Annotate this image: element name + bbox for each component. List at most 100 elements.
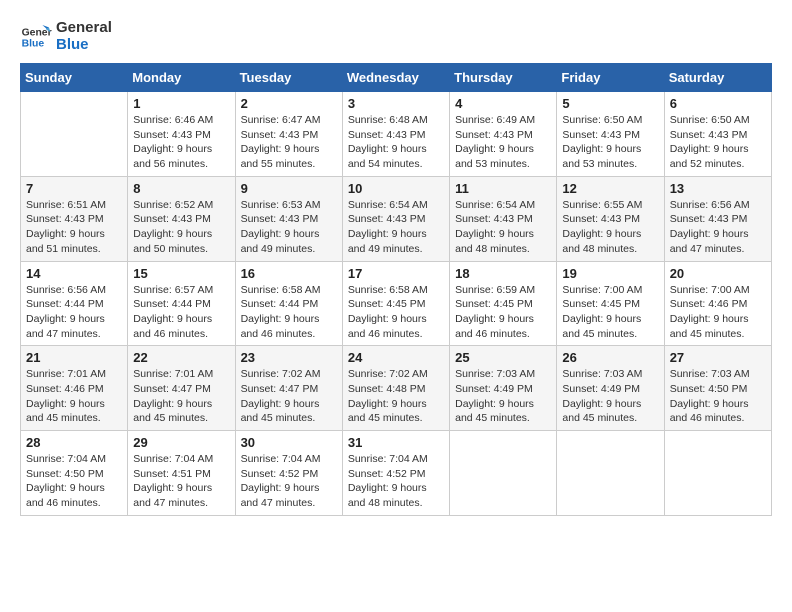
logo-general: General [56, 20, 112, 37]
day-info: Sunrise: 6:50 AM Sunset: 4:43 PM Dayligh… [670, 113, 766, 172]
calendar-cell: 7 Sunrise: 6:51 AM Sunset: 4:43 PM Daylig… [21, 176, 128, 261]
day-number: 7 [26, 181, 122, 196]
calendar-cell [557, 431, 664, 516]
day-info: Sunrise: 6:48 AM Sunset: 4:43 PM Dayligh… [348, 113, 444, 172]
day-number: 26 [562, 350, 658, 365]
calendar-cell: 19 Sunrise: 7:00 AM Sunset: 4:45 PM Dayli… [557, 261, 664, 346]
calendar-cell: 4 Sunrise: 6:49 AM Sunset: 4:43 PM Daylig… [450, 92, 557, 177]
calendar-cell: 14 Sunrise: 6:56 AM Sunset: 4:44 PM Dayli… [21, 261, 128, 346]
day-number: 5 [562, 96, 658, 111]
day-info: Sunrise: 7:04 AM Sunset: 4:52 PM Dayligh… [348, 452, 444, 511]
calendar-cell: 31 Sunrise: 7:04 AM Sunset: 4:52 PM Dayli… [342, 431, 449, 516]
calendar-cell [664, 431, 771, 516]
day-number: 1 [133, 96, 229, 111]
day-number: 17 [348, 266, 444, 281]
day-info: Sunrise: 6:58 AM Sunset: 4:44 PM Dayligh… [241, 283, 337, 342]
day-number: 10 [348, 181, 444, 196]
calendar-cell: 1 Sunrise: 6:46 AM Sunset: 4:43 PM Daylig… [128, 92, 235, 177]
day-number: 12 [562, 181, 658, 196]
day-info: Sunrise: 7:04 AM Sunset: 4:50 PM Dayligh… [26, 452, 122, 511]
header-saturday: Saturday [664, 64, 771, 92]
calendar-cell: 30Sunrise: 7:04 AM Sunset: 4:52 PM Dayli… [235, 431, 342, 516]
header-sunday: Sunday [21, 64, 128, 92]
day-number: 18 [455, 266, 551, 281]
calendar-week-1: 1 Sunrise: 6:46 AM Sunset: 4:43 PM Daylig… [21, 92, 772, 177]
day-info: Sunrise: 6:56 AM Sunset: 4:43 PM Dayligh… [670, 198, 766, 257]
page-header: General Blue General Blue [20, 20, 772, 53]
day-info: Sunrise: 7:01 AM Sunset: 4:46 PM Dayligh… [26, 367, 122, 426]
header-thursday: Thursday [450, 64, 557, 92]
calendar-cell: 29Sunrise: 7:04 AM Sunset: 4:51 PM Dayli… [128, 431, 235, 516]
calendar-cell: 3Sunrise: 6:48 AM Sunset: 4:43 PM Daylig… [342, 92, 449, 177]
day-number: 13 [670, 181, 766, 196]
day-info: Sunrise: 7:02 AM Sunset: 4:48 PM Dayligh… [348, 367, 444, 426]
calendar-header-row: SundayMondayTuesdayWednesdayThursdayFrid… [21, 64, 772, 92]
day-number: 9 [241, 181, 337, 196]
calendar-cell: 2 Sunrise: 6:47 AM Sunset: 4:43 PM Daylig… [235, 92, 342, 177]
day-info: Sunrise: 6:59 AM Sunset: 4:45 PM Dayligh… [455, 283, 551, 342]
calendar-cell: 25Sunrise: 7:03 AM Sunset: 4:49 PM Dayli… [450, 346, 557, 431]
calendar-cell: 9 Sunrise: 6:53 AM Sunset: 4:43 PM Daylig… [235, 176, 342, 261]
day-info: Sunrise: 6:56 AM Sunset: 4:44 PM Dayligh… [26, 283, 122, 342]
day-number: 23 [241, 350, 337, 365]
calendar-cell: 18 Sunrise: 6:59 AM Sunset: 4:45 PM Dayli… [450, 261, 557, 346]
header-tuesday: Tuesday [235, 64, 342, 92]
day-number: 8 [133, 181, 229, 196]
calendar-cell: 11 Sunrise: 6:54 AM Sunset: 4:43 PM Dayli… [450, 176, 557, 261]
calendar-cell: 17 Sunrise: 6:58 AM Sunset: 4:45 PM Dayli… [342, 261, 449, 346]
day-number: 16 [241, 266, 337, 281]
calendar-cell: 22 Sunrise: 7:01 AM Sunset: 4:47 PM Dayli… [128, 346, 235, 431]
calendar-cell: 26 Sunrise: 7:03 AM Sunset: 4:49 PM Dayli… [557, 346, 664, 431]
day-number: 31 [348, 435, 444, 450]
day-number: 24 [348, 350, 444, 365]
calendar-cell [21, 92, 128, 177]
day-info: Sunrise: 6:49 AM Sunset: 4:43 PM Dayligh… [455, 113, 551, 172]
day-info: Sunrise: 6:47 AM Sunset: 4:43 PM Dayligh… [241, 113, 337, 172]
day-info: Sunrise: 6:57 AM Sunset: 4:44 PM Dayligh… [133, 283, 229, 342]
calendar-cell: 24 Sunrise: 7:02 AM Sunset: 4:48 PM Dayli… [342, 346, 449, 431]
calendar-week-2: 7 Sunrise: 6:51 AM Sunset: 4:43 PM Daylig… [21, 176, 772, 261]
day-number: 4 [455, 96, 551, 111]
day-info: Sunrise: 7:01 AM Sunset: 4:47 PM Dayligh… [133, 367, 229, 426]
day-info: Sunrise: 7:03 AM Sunset: 4:49 PM Dayligh… [562, 367, 658, 426]
calendar-cell: 5 Sunrise: 6:50 AM Sunset: 4:43 PM Daylig… [557, 92, 664, 177]
day-info: Sunrise: 6:54 AM Sunset: 4:43 PM Dayligh… [348, 198, 444, 257]
day-info: Sunrise: 6:53 AM Sunset: 4:43 PM Dayligh… [241, 198, 337, 257]
day-info: Sunrise: 6:50 AM Sunset: 4:43 PM Dayligh… [562, 113, 658, 172]
day-info: Sunrise: 7:00 AM Sunset: 4:45 PM Dayligh… [562, 283, 658, 342]
calendar-cell: 6Sunrise: 6:50 AM Sunset: 4:43 PM Daylig… [664, 92, 771, 177]
calendar-week-4: 21 Sunrise: 7:01 AM Sunset: 4:46 PM Dayli… [21, 346, 772, 431]
day-number: 11 [455, 181, 551, 196]
day-info: Sunrise: 6:58 AM Sunset: 4:45 PM Dayligh… [348, 283, 444, 342]
day-number: 29 [133, 435, 229, 450]
day-number: 14 [26, 266, 122, 281]
day-info: Sunrise: 6:52 AM Sunset: 4:43 PM Dayligh… [133, 198, 229, 257]
header-wednesday: Wednesday [342, 64, 449, 92]
calendar-cell: 13 Sunrise: 6:56 AM Sunset: 4:43 PM Dayli… [664, 176, 771, 261]
calendar-cell: 27Sunrise: 7:03 AM Sunset: 4:50 PM Dayli… [664, 346, 771, 431]
day-info: Sunrise: 6:54 AM Sunset: 4:43 PM Dayligh… [455, 198, 551, 257]
day-info: Sunrise: 7:02 AM Sunset: 4:47 PM Dayligh… [241, 367, 337, 426]
day-info: Sunrise: 6:51 AM Sunset: 4:43 PM Dayligh… [26, 198, 122, 257]
calendar-cell: 8 Sunrise: 6:52 AM Sunset: 4:43 PM Daylig… [128, 176, 235, 261]
header-monday: Monday [128, 64, 235, 92]
logo-blue: Blue [56, 37, 112, 54]
day-number: 19 [562, 266, 658, 281]
calendar-cell: 16 Sunrise: 6:58 AM Sunset: 4:44 PM Dayli… [235, 261, 342, 346]
day-number: 2 [241, 96, 337, 111]
day-info: Sunrise: 7:03 AM Sunset: 4:49 PM Dayligh… [455, 367, 551, 426]
calendar-cell: 28 Sunrise: 7:04 AM Sunset: 4:50 PM Dayli… [21, 431, 128, 516]
day-number: 28 [26, 435, 122, 450]
calendar-cell: 23 Sunrise: 7:02 AM Sunset: 4:47 PM Dayli… [235, 346, 342, 431]
day-info: Sunrise: 6:46 AM Sunset: 4:43 PM Dayligh… [133, 113, 229, 172]
day-number: 21 [26, 350, 122, 365]
calendar-table: SundayMondayTuesdayWednesdayThursdayFrid… [20, 63, 772, 516]
calendar-week-3: 14 Sunrise: 6:56 AM Sunset: 4:44 PM Dayli… [21, 261, 772, 346]
day-info: Sunrise: 7:00 AM Sunset: 4:46 PM Dayligh… [670, 283, 766, 342]
day-number: 22 [133, 350, 229, 365]
logo-icon: General Blue [20, 21, 52, 53]
calendar-week-5: 28 Sunrise: 7:04 AM Sunset: 4:50 PM Dayli… [21, 431, 772, 516]
day-info: Sunrise: 7:04 AM Sunset: 4:52 PM Dayligh… [241, 452, 337, 511]
calendar-cell: 12Sunrise: 6:55 AM Sunset: 4:43 PM Dayli… [557, 176, 664, 261]
calendar-cell: 21 Sunrise: 7:01 AM Sunset: 4:46 PM Dayli… [21, 346, 128, 431]
